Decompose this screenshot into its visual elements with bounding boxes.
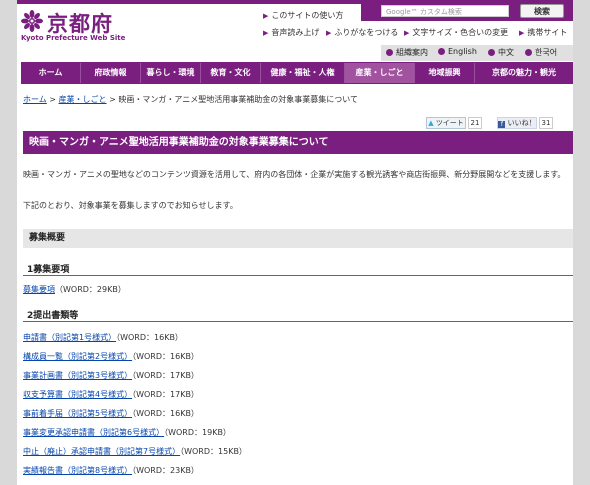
utility-link-mobile[interactable]: ▶ 携帯サイト xyxy=(519,27,567,38)
file-info: （WORD：16KB） xyxy=(132,352,199,361)
nav-home[interactable]: ホーム xyxy=(21,63,81,83)
site-usage-link[interactable]: ▶ このサイトの使い方 xyxy=(263,10,343,21)
search-input[interactable]: Google™ カスタム検索 xyxy=(381,5,509,17)
nav-government[interactable]: 府政情報 xyxy=(81,63,141,83)
file-info: （WORD：19KB） xyxy=(164,428,231,437)
file-info: （WORD：17KB） xyxy=(132,371,199,380)
bullet-icon xyxy=(386,49,393,56)
breadcrumb-separator: > xyxy=(46,95,59,104)
lang-english[interactable]: English xyxy=(438,47,477,56)
page-title: 映画・マンガ・アニメ聖地活用事業補助金の対象事業募集について xyxy=(23,131,573,154)
kyoto-crest-icon xyxy=(21,10,43,32)
document-link-row: 実績報告書（別記第8号様式）（WORD：23KB） xyxy=(23,465,199,476)
triangle-icon: ▶ xyxy=(263,12,269,20)
utility-link-font-size[interactable]: ▶ 文字サイズ・色合いの変更 xyxy=(404,27,508,38)
document-link[interactable]: 事業変更承認申請書（別記第6号様式） xyxy=(23,428,164,437)
nav-education[interactable]: 教育・文化 xyxy=(201,63,261,83)
file-info: （WORD：16KB） xyxy=(116,333,183,342)
subheading-documents: 2提出書類等 xyxy=(23,308,573,322)
nav-tourism[interactable]: 京都の魅力・観光 xyxy=(475,63,573,83)
file-info: （WORD：16KB） xyxy=(132,409,199,418)
document-link-row: 募集要項（WORD：29KB） xyxy=(23,284,126,295)
triangle-icon: ▶ xyxy=(519,29,525,37)
breadcrumb-current: 映画・マンガ・アニメ聖地活用事業補助金の対象事業募集について xyxy=(118,95,358,104)
document-link[interactable]: 事前着手届（別記第5号様式） xyxy=(23,409,132,418)
intro-text: 映画・マンガ・アニメの聖地などのコンテンツ資源を活用して、府内の各団体・企業が実… xyxy=(23,170,566,179)
document-link-row: 収支予算書（別記第4号様式）（WORD：17KB） xyxy=(23,389,199,400)
lang-korean[interactable]: 한국어 xyxy=(525,47,557,58)
file-info: （WORD：29KB） xyxy=(55,285,126,294)
document-link-row: 事業変更承認申請書（別記第6号様式）（WORD：19KB） xyxy=(23,427,231,438)
notice-text: 下記のとおり、対象事業を募集しますのでお知らせします。 xyxy=(23,201,238,210)
document-link[interactable]: 収支予算書（別記第4号様式） xyxy=(23,390,132,399)
utility-link-voice[interactable]: ▶ 音声読み上げ xyxy=(263,27,319,38)
twitter-bird-icon: ▲ xyxy=(428,119,434,127)
tweet-count: 21 xyxy=(468,117,482,129)
page: 京都府 Kyoto Prefecture Web Site ▶ このサイトの使い方… xyxy=(17,0,573,485)
document-link[interactable]: 事業計画書（別記第3号様式） xyxy=(23,371,132,380)
document-link-row: 事前着手届（別記第5号様式）（WORD：16KB） xyxy=(23,408,199,419)
breadcrumb: ホーム > 産業・しごと > 映画・マンガ・アニメ聖地活用事業補助金の対象事業募… xyxy=(23,94,358,105)
nav-regional[interactable]: 地域振興 xyxy=(415,63,475,83)
site-logo[interactable]: 京都府 Kyoto Prefecture Web Site xyxy=(21,8,141,48)
lang-organization[interactable]: 組織案内 xyxy=(386,47,428,58)
document-link-row: 申請書（別記第1号様式）（WORD：16KB） xyxy=(23,332,183,343)
subheading-requirements: 1募集要項 xyxy=(23,262,573,276)
lang-chinese[interactable]: 中文 xyxy=(488,47,514,58)
document-link-row: 事業計画書（別記第3号様式）（WORD：17KB） xyxy=(23,370,199,381)
file-info: （WORD：15KB） xyxy=(180,447,247,456)
document-link[interactable]: 申請書（別記第1号様式） xyxy=(23,333,116,342)
section-heading: 募集概要 xyxy=(23,229,573,248)
bullet-icon xyxy=(488,49,495,56)
bullet-icon xyxy=(525,49,532,56)
facebook-icon: f xyxy=(498,121,506,128)
nav-living[interactable]: 暮らし・環境 xyxy=(141,63,201,83)
bullet-icon xyxy=(438,48,445,55)
document-link[interactable]: 募集要項 xyxy=(23,285,55,294)
triangle-icon: ▶ xyxy=(326,29,332,37)
breadcrumb-separator: > xyxy=(106,95,119,104)
document-link[interactable]: 構成員一覧（別記第2号様式） xyxy=(23,352,132,361)
triangle-icon: ▶ xyxy=(404,29,410,37)
nav-health[interactable]: 健康・福祉・人権 xyxy=(261,63,345,83)
triangle-icon: ▶ xyxy=(263,29,269,37)
breadcrumb-home[interactable]: ホーム xyxy=(23,95,47,104)
search-button[interactable]: 検索 xyxy=(520,4,564,18)
document-link[interactable]: 実績報告書（別記第8号様式） xyxy=(23,466,132,475)
tweet-button[interactable]: ▲ ツイート xyxy=(426,117,466,129)
breadcrumb-category[interactable]: 産業・しごと xyxy=(59,95,107,104)
utility-link-furigana[interactable]: ▶ ふりがなをつける xyxy=(326,27,398,38)
logo-subtitle: Kyoto Prefecture Web Site xyxy=(21,34,126,42)
document-link[interactable]: 中止（廃止）承認申請書（別記第7号様式） xyxy=(23,447,180,456)
document-link-row: 構成員一覧（別記第2号様式）（WORD：16KB） xyxy=(23,351,199,362)
like-count: 31 xyxy=(539,117,553,129)
file-info: （WORD：17KB） xyxy=(132,390,199,399)
like-button[interactable]: f いいね！ xyxy=(497,117,537,129)
document-link-row: 中止（廃止）承認申請書（別記第7号様式）（WORD：15KB） xyxy=(23,446,247,457)
file-info: （WORD：23KB） xyxy=(132,466,199,475)
nav-industry[interactable]: 産業・しごと xyxy=(345,63,415,83)
